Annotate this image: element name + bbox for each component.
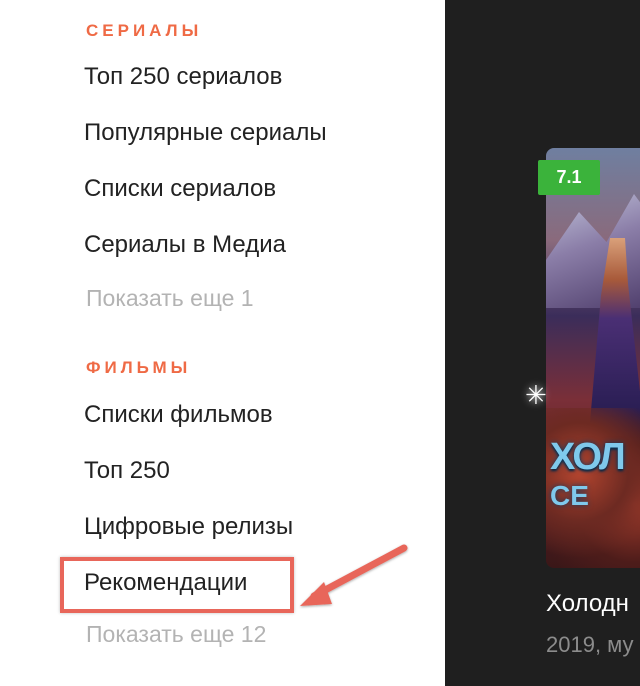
menu-item-series-lists[interactable]: Списки сериалов: [84, 175, 276, 203]
series-section-title: СЕРИАЛЫ: [86, 21, 203, 40]
menu-item-series-in-media[interactable]: Сериалы в Медиа: [84, 231, 286, 259]
movie-title[interactable]: Холодн: [546, 590, 629, 618]
menu-item-digital-releases[interactable]: Цифровые релизы: [84, 513, 293, 541]
movie-meta: 2019, му: [546, 632, 634, 657]
menu-item-popular-series[interactable]: Популярные сериалы: [84, 119, 327, 147]
navigation-menu: СЕРИАЛЫ Топ 250 сериалов Популярные сери…: [0, 0, 445, 686]
rating-badge: 7.1: [538, 160, 600, 195]
recommendations-highlight-box: [60, 557, 294, 613]
poster-title-text: ХОЛ: [550, 436, 626, 478]
show-more-films-link[interactable]: Показать еще 12: [86, 621, 266, 648]
show-more-series-link[interactable]: Показать еще 1: [86, 285, 254, 312]
menu-item-film-lists[interactable]: Списки фильмов: [84, 401, 273, 429]
menu-item-top-250[interactable]: Топ 250: [84, 457, 170, 485]
sparkle-icon: ✳: [525, 380, 547, 410]
pointer-arrow-annotation: [300, 544, 408, 606]
content-area: ХОЛ СЕ 7.1 ✳ Холодн 2019, му: [445, 0, 640, 686]
films-section-title: ФИЛЬМЫ: [86, 358, 192, 377]
poster-subtitle-text: СЕ: [550, 480, 589, 511]
movie-poster[interactable]: ХОЛ СЕ: [546, 148, 640, 568]
menu-item-top-250-series[interactable]: Топ 250 сериалов: [84, 63, 282, 91]
